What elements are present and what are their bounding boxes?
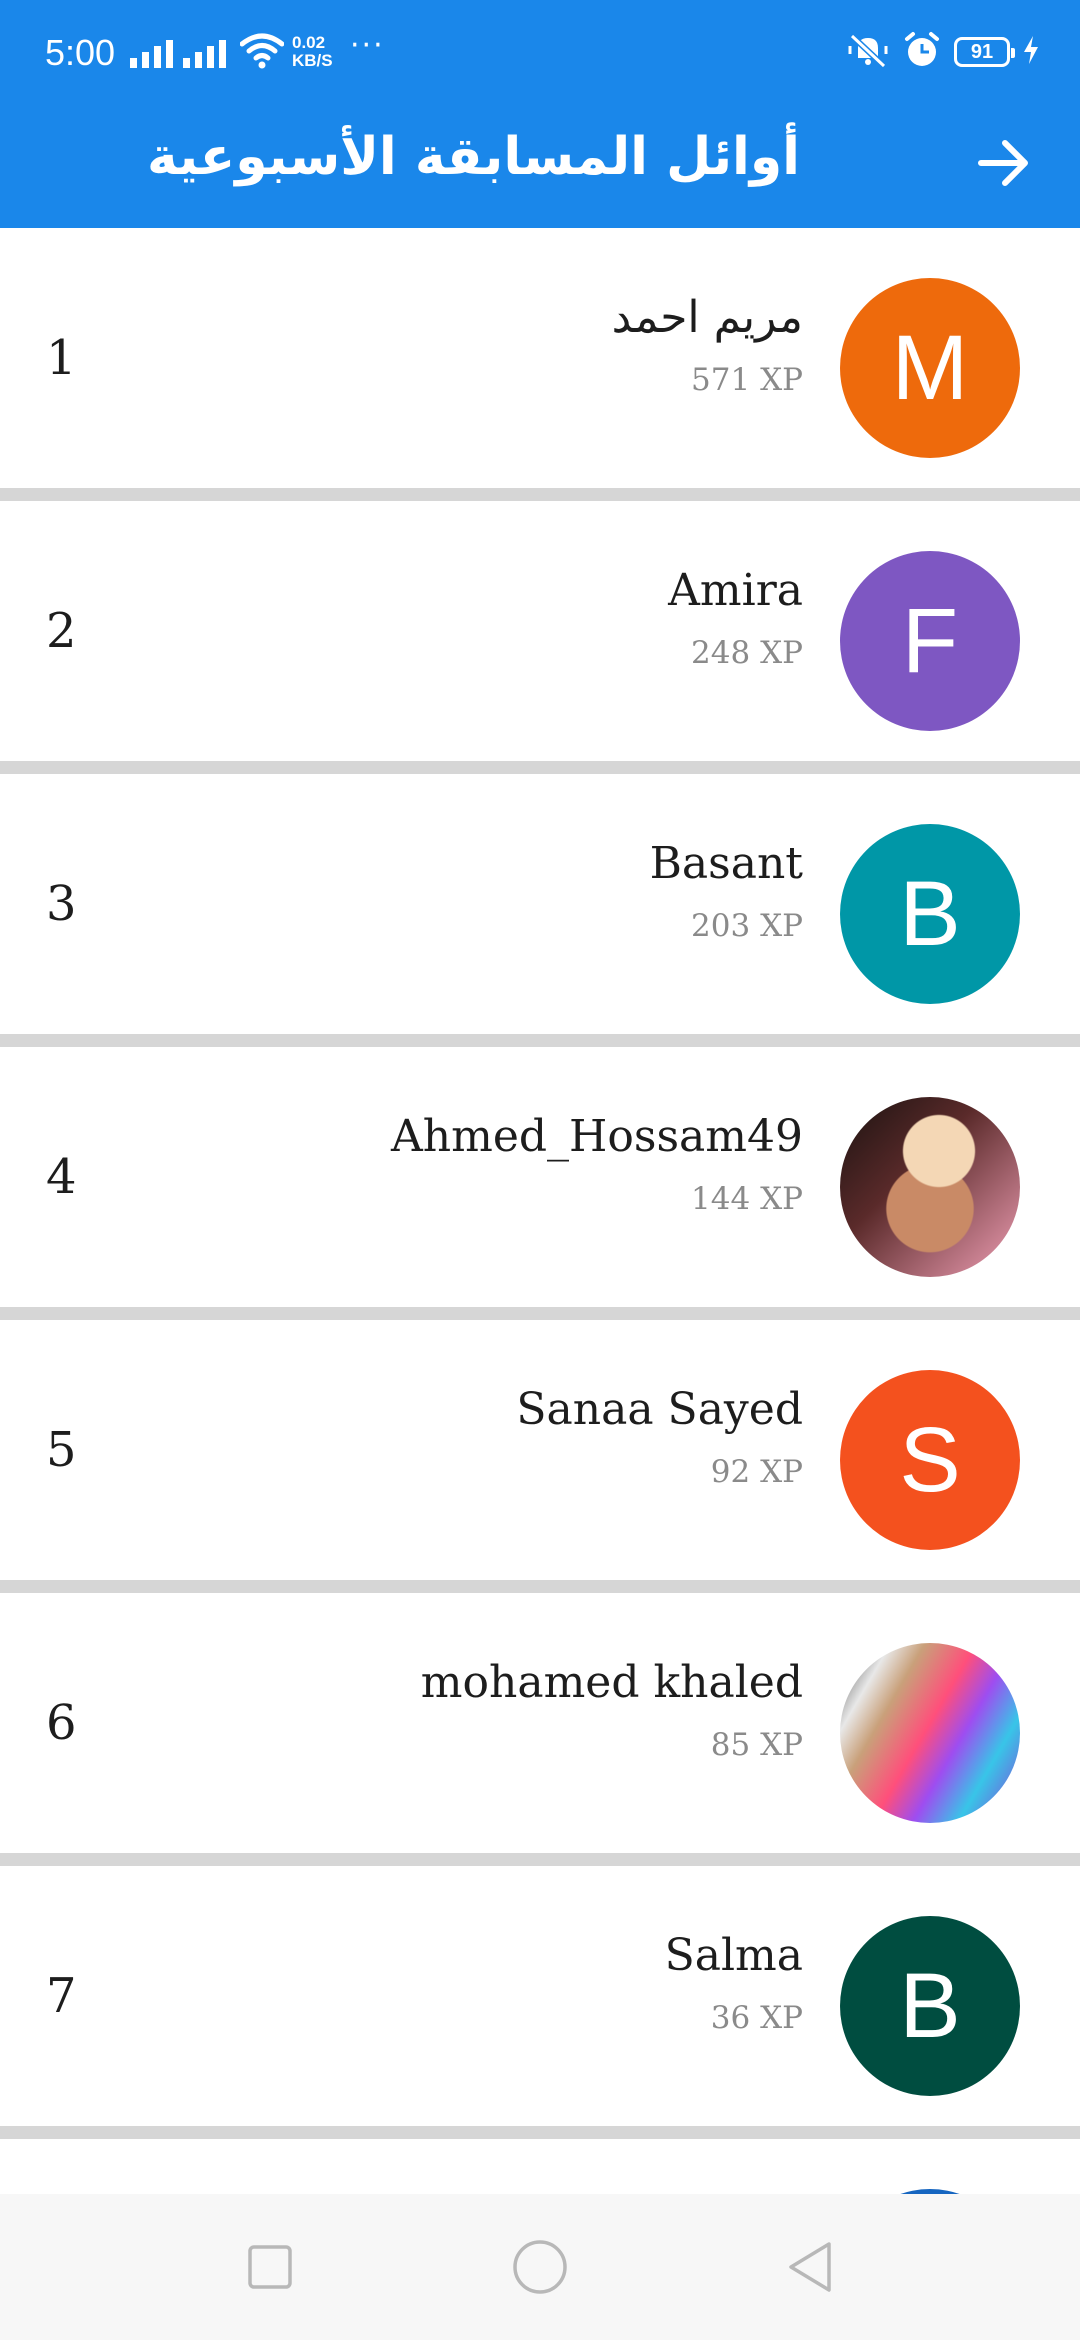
leaderboard-list[interactable]: 1 مريم احمد 571 XP M 2 Amira 248 XP F 3 … <box>0 228 1080 2194</box>
leaderboard-row[interactable]: 4 Ahmed_Hossam49 144 XP <box>0 1047 1080 1320</box>
signal-icon <box>183 36 226 68</box>
rank-number: 7 <box>46 1968 77 2024</box>
more-notifications-icon: ··· <box>350 28 385 63</box>
charging-icon <box>1022 35 1040 69</box>
arrow-right-icon <box>977 139 1031 191</box>
avatar[interactable]: B <box>840 1916 1020 2096</box>
status-time: 5:00 <box>45 32 116 73</box>
user-xp: 85 XP <box>710 1727 803 1763</box>
status-right-icons: 91 <box>846 30 1040 74</box>
leaderboard-row[interactable]: 2 Amira 248 XP F <box>0 501 1080 774</box>
user-name: Salma <box>664 1930 803 1981</box>
leaderboard-row[interactable]: 5 Sanaa Sayed 92 XP S <box>0 1320 1080 1593</box>
user-name: مريم احمد <box>611 292 803 343</box>
leaderboard-row[interactable]: 3 Basant 203 XP B <box>0 774 1080 1047</box>
leaderboard-row[interactable]: 6 mohamed khaled 85 XP <box>0 1593 1080 1866</box>
avatar[interactable]: B <box>840 824 1020 1004</box>
rank-number: 6 <box>46 1695 77 1751</box>
battery-icon: 91 <box>954 37 1015 67</box>
wifi-icon <box>239 32 285 74</box>
user-name: Ahmed_Hossam49 <box>390 1111 803 1162</box>
avatar-letter: F <box>901 589 959 692</box>
system-nav-bar <box>0 2194 1080 2340</box>
avatar-letter: B <box>899 1954 961 2057</box>
rank-number: 1 <box>46 330 77 386</box>
avatar[interactable]: S <box>840 1370 1020 1550</box>
user-name: mohamed khaled <box>420 1657 803 1708</box>
avatar-letter: B <box>899 862 961 965</box>
user-name: Amira <box>668 565 803 616</box>
back-button[interactable] <box>964 125 1044 205</box>
network-speed: 0.02 KB/S <box>292 33 333 70</box>
triangle-back-icon <box>785 2240 835 2298</box>
avatar-photo[interactable] <box>840 1097 1020 1277</box>
status-bar: 5:00 0.02 KB/S ··· 91 <box>0 0 1080 105</box>
leaderboard-row[interactable]: 7 Salma 36 XP B <box>0 1866 1080 2139</box>
square-icon <box>247 2244 293 2294</box>
user-xp: 36 XP <box>710 2000 803 2036</box>
user-name: Basant <box>649 838 803 889</box>
user-xp: 248 XP <box>691 635 803 671</box>
avatar[interactable]: F <box>840 551 1020 731</box>
system-back-button[interactable] <box>780 2239 840 2299</box>
alarm-icon <box>902 30 942 74</box>
avatar-photo[interactable] <box>840 1643 1020 1823</box>
rank-number: 2 <box>46 603 77 659</box>
user-xp: 92 XP <box>710 1454 803 1490</box>
avatar-letter: S <box>899 1408 961 1511</box>
rank-number: 5 <box>46 1422 77 1478</box>
recents-button[interactable] <box>240 2239 300 2299</box>
leaderboard-row-partial[interactable] <box>0 2139 1080 2194</box>
user-name: Sanaa Sayed <box>516 1384 803 1435</box>
rank-number: 3 <box>46 876 77 932</box>
vibrate-off-icon <box>846 30 890 74</box>
home-button[interactable] <box>510 2239 570 2299</box>
avatar-letter: M <box>891 316 969 419</box>
page-title: أوائل المسابقة الأسبوعية <box>146 127 800 187</box>
leaderboard-row[interactable]: 1 مريم احمد 571 XP M <box>0 228 1080 501</box>
avatar[interactable]: M <box>840 278 1020 458</box>
user-xp: 144 XP <box>691 1181 803 1217</box>
signal-icon <box>130 36 173 68</box>
app-bar: أوائل المسابقة الأسبوعية <box>0 105 1080 228</box>
rank-number: 4 <box>46 1149 77 1205</box>
user-xp: 571 XP <box>691 362 803 398</box>
user-xp: 203 XP <box>691 908 803 944</box>
circle-icon <box>511 2238 569 2300</box>
